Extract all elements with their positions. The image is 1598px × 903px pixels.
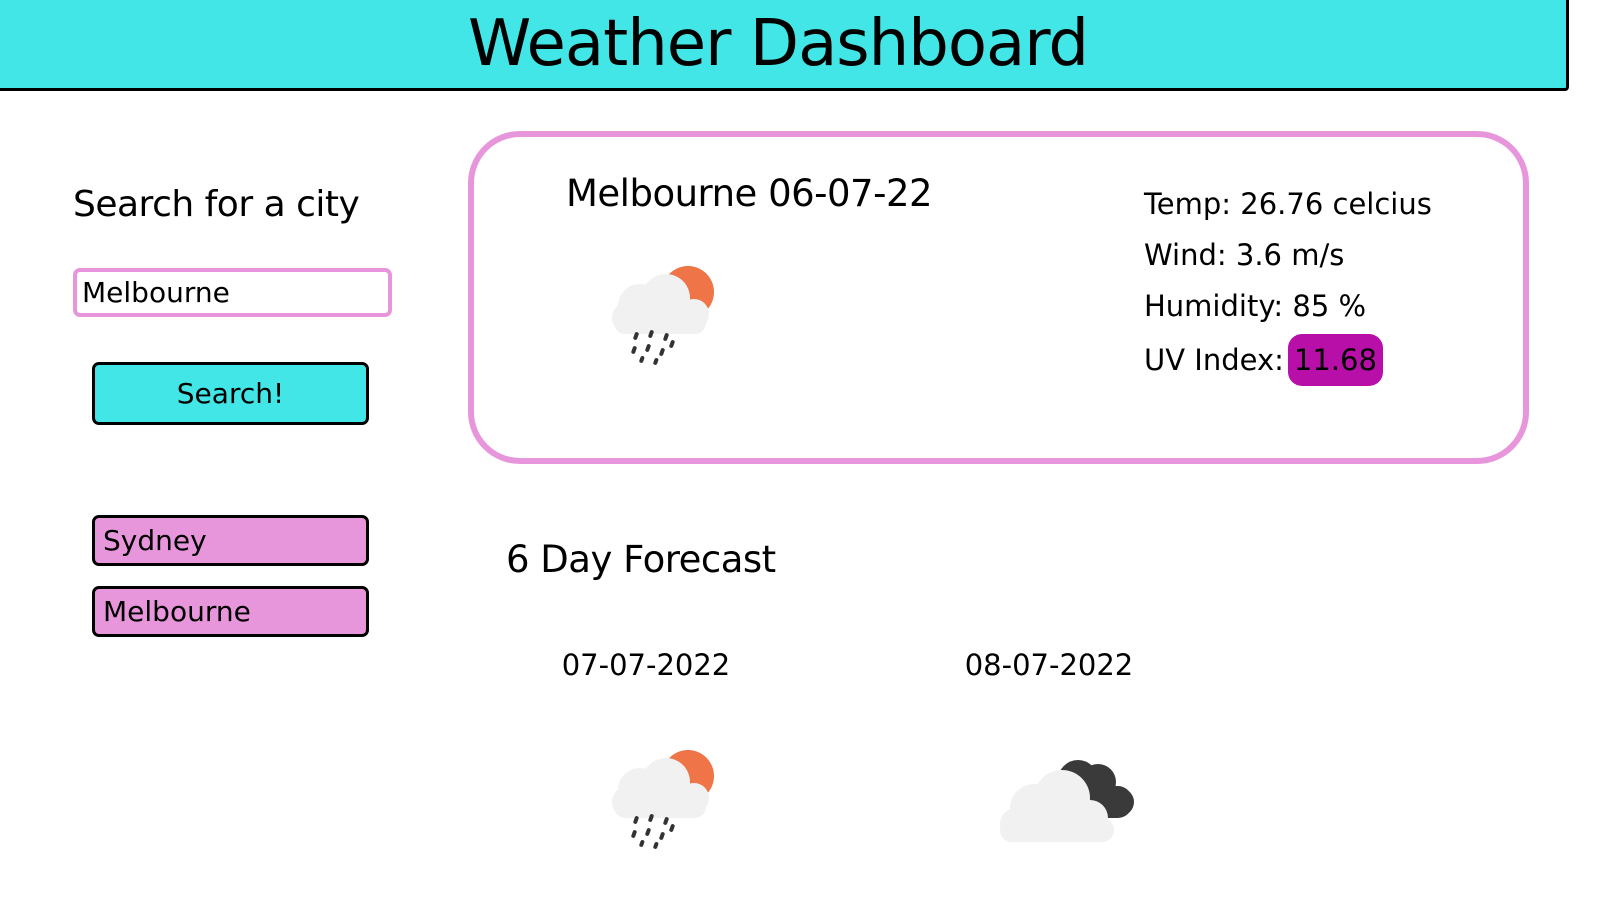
city-search-input[interactable] — [73, 268, 392, 317]
humidity-text: Humidity: 85 % — [1144, 289, 1367, 323]
forecast-day-date: 07-07-2022 — [561, 648, 731, 682]
history-button-melbourne[interactable]: Melbourne — [92, 586, 369, 637]
page-title: Weather Dashboard — [467, 7, 1089, 81]
wind-text: Wind: 3.6 m/s — [1144, 238, 1345, 272]
current-weather-stats: Temp: 26.76 celcius Wind: 3.6 m/s Humidi… — [1144, 183, 1432, 387]
current-city-date: Melbourne 06-07-22 — [566, 172, 933, 215]
overcast-clouds-icon — [1000, 760, 1134, 842]
search-heading: Search for a city — [73, 184, 360, 225]
temperature-text: Temp: 26.76 celcius — [1144, 187, 1432, 221]
uv-index-badge: 11.68 — [1287, 334, 1383, 386]
forecast-heading: 6 Day Forecast — [506, 538, 776, 581]
uv-index-row: UV Index: 11.68 — [1144, 334, 1432, 387]
light-rain-partly-cloudy-icon — [612, 750, 714, 849]
uv-index-label: UV Index: — [1144, 343, 1284, 377]
forecast-day-date: 08-07-2022 — [964, 648, 1134, 682]
page-header: Weather Dashboard — [0, 0, 1569, 91]
search-button[interactable]: Search! — [92, 362, 369, 425]
light-rain-partly-cloudy-icon — [612, 266, 714, 365]
history-button-sydney[interactable]: Sydney — [92, 515, 369, 566]
